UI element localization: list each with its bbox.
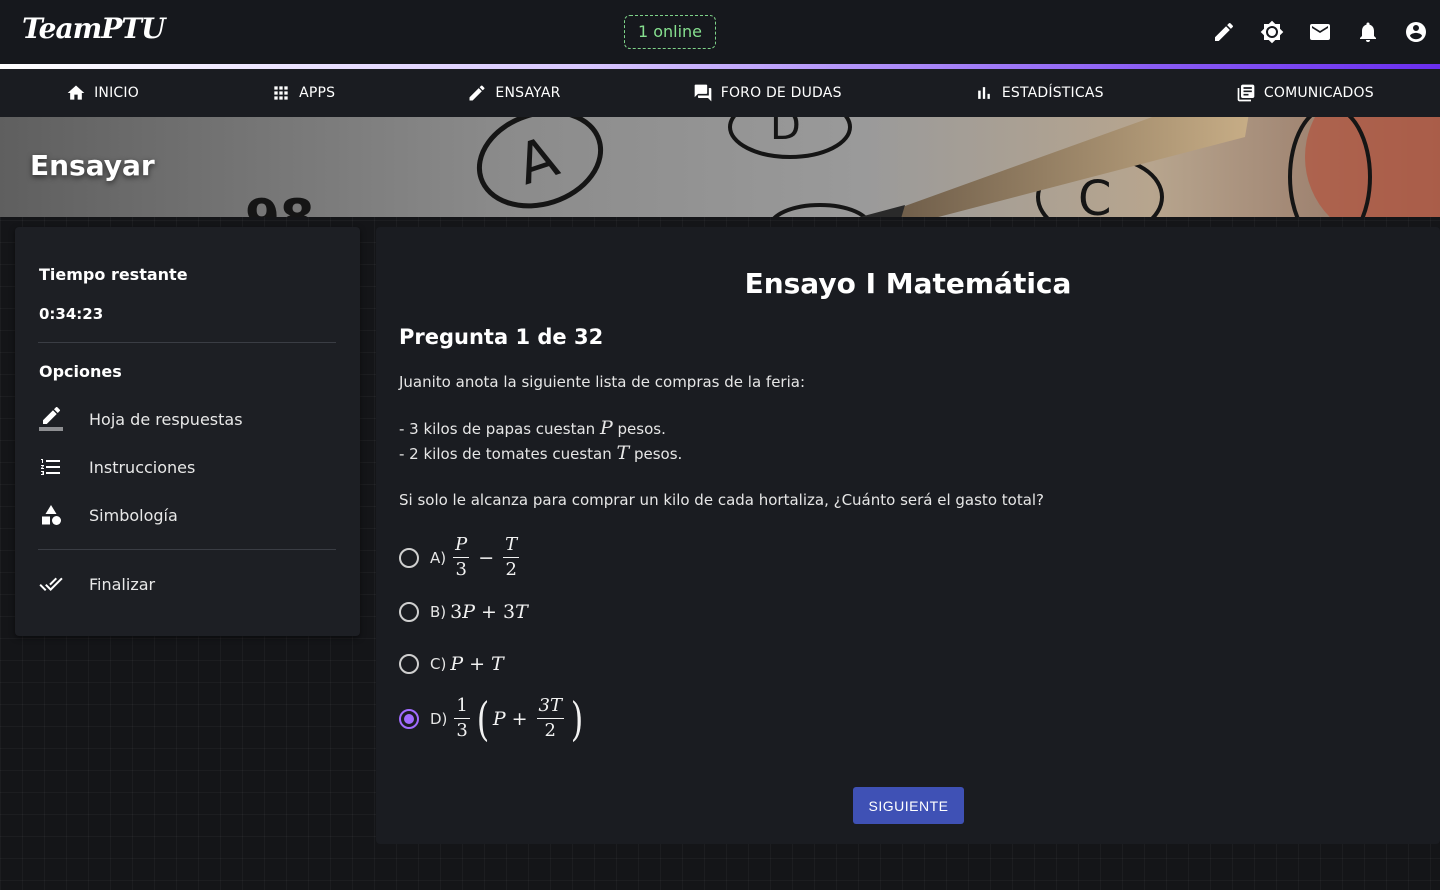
answer-letter: C) [430, 655, 447, 673]
top-bar: TeamPTU 1 online [0, 0, 1440, 64]
radio-button[interactable] [399, 602, 419, 622]
home-icon [67, 85, 85, 100]
online-users-badge: 1 online [624, 15, 716, 49]
nav-item-foro-de-dudas[interactable]: FORO DE DUDAS [693, 83, 842, 103]
timer-label: Tiempo restante [39, 265, 188, 284]
divider [38, 342, 336, 343]
next-button[interactable]: SIGUIENTE [853, 787, 964, 824]
exam-panel: Ensayo I Matemática Pregunta 1 de 32 Jua… [376, 227, 1440, 844]
answer-letter: D) [430, 709, 448, 728]
question-line-2: - 2 kilos de tomates cuestan T pesos. [399, 442, 682, 464]
answer-formula: P + T [450, 653, 504, 675]
answer-letter: B) [430, 603, 447, 621]
line-text: pesos. [612, 420, 666, 438]
hero-letter-d: D [770, 117, 801, 149]
format-list-numbered-icon [41, 459, 60, 475]
option-label: Simbología [89, 505, 178, 525]
question-heading: Pregunta 1 de 32 [399, 325, 604, 349]
line-text: - 3 kilos de papas cuestan [399, 420, 600, 438]
answer-option-b[interactable]: B) 3P + 3T [399, 601, 528, 623]
apps-grid-icon [274, 86, 288, 100]
question-prompt: Si solo le alcanza para comprar un kilo … [399, 491, 1045, 509]
mail-icon[interactable] [1304, 16, 1336, 48]
nav-item-inicio[interactable]: INICIO [66, 83, 139, 103]
nav-item-estadisticas[interactable]: ESTADÍSTICAS [974, 83, 1104, 103]
answer-option-d[interactable]: D) 13 ( P + 3T 2 ) [399, 694, 587, 743]
line-text: pesos. [629, 445, 683, 463]
answer-letter: A) [430, 548, 447, 567]
fraction: 3T 2 [536, 695, 564, 741]
option-instructions[interactable]: Instrucciones [39, 447, 337, 487]
fraction: T2 [503, 534, 520, 580]
category-icon [42, 505, 61, 525]
answer-formula: 13 ( P + 3T 2 ) [454, 691, 584, 746]
main-nav: INICIO APPS ENSAYAR FORO DE DUDAS ESTADÍ… [0, 69, 1440, 117]
account-circle-icon[interactable] [1400, 16, 1432, 48]
answer-formula: P3 − T2 [453, 534, 520, 580]
line-text: - 2 kilos de tomates cuestan [399, 445, 617, 463]
nav-label: ENSAYAR [495, 85, 561, 101]
page-title: Ensayar [30, 149, 155, 182]
done-all-icon [39, 577, 63, 591]
bar-chart-icon [977, 87, 990, 99]
divider [38, 549, 336, 550]
nav-label: APPS [299, 85, 336, 101]
option-symbology[interactable]: Simbología [39, 495, 337, 535]
nav-label: ESTADÍSTICAS [1001, 85, 1104, 101]
nav-item-comunicados[interactable]: COMUNICADOS [1236, 83, 1374, 103]
hero-letter-a: A [509, 124, 566, 198]
sidebar-panel: Tiempo restante 0:34:23 Opciones Hoja de… [15, 227, 360, 636]
hero-number: 98. [245, 189, 334, 217]
bell-icon[interactable] [1352, 16, 1384, 48]
finish-label: Finalizar [89, 574, 156, 594]
answer-option-c[interactable]: C) P + T [399, 653, 504, 675]
math-variable: T [616, 442, 630, 464]
option-label: Instrucciones [89, 457, 196, 477]
brightness-icon[interactable] [1256, 16, 1288, 48]
exam-title: Ensayo I Matemática [744, 267, 1072, 300]
hero-banner: A D C 98. Ensayar [0, 117, 1440, 217]
nav-item-ensayar[interactable]: ENSAYAR [467, 83, 560, 103]
answer-option-a[interactable]: A) P3 − T2 [399, 533, 522, 582]
app-logo[interactable]: TeamPTU [22, 12, 166, 45]
math-variable: P [599, 417, 613, 439]
answer-formula: 3P + 3T [450, 601, 528, 623]
edit-icon[interactable] [1208, 16, 1240, 48]
forum-icon [694, 84, 712, 102]
finish-button[interactable]: Finalizar [39, 564, 337, 604]
pencil-icon [469, 85, 485, 101]
library-books-icon [1237, 84, 1255, 102]
radio-button[interactable] [399, 547, 419, 568]
nav-label: FORO DE DUDAS [720, 85, 842, 101]
option-answer-sheet[interactable]: Hoja de respuestas [39, 399, 337, 439]
timer-value: 0:34:23 [39, 305, 104, 323]
options-label: Opciones [39, 362, 122, 381]
fraction: P3 [453, 534, 470, 580]
radio-button-selected[interactable] [399, 708, 419, 729]
top-actions [1208, 16, 1432, 48]
question-line-1: - 3 kilos de papas cuestan P pesos. [399, 417, 666, 439]
question-intro: Juanito anota la siguiente lista de comp… [399, 373, 806, 391]
fraction: 13 [454, 695, 470, 741]
nav-item-apps[interactable]: APPS [271, 83, 335, 103]
nav-label: INICIO [94, 85, 139, 101]
answer-sheet-illustration: A D C 98. [245, 117, 1440, 217]
border-color-icon [39, 407, 63, 431]
nav-label: COMUNICADOS [1263, 85, 1374, 101]
radio-button[interactable] [399, 654, 419, 674]
option-label: Hoja de respuestas [89, 409, 243, 429]
